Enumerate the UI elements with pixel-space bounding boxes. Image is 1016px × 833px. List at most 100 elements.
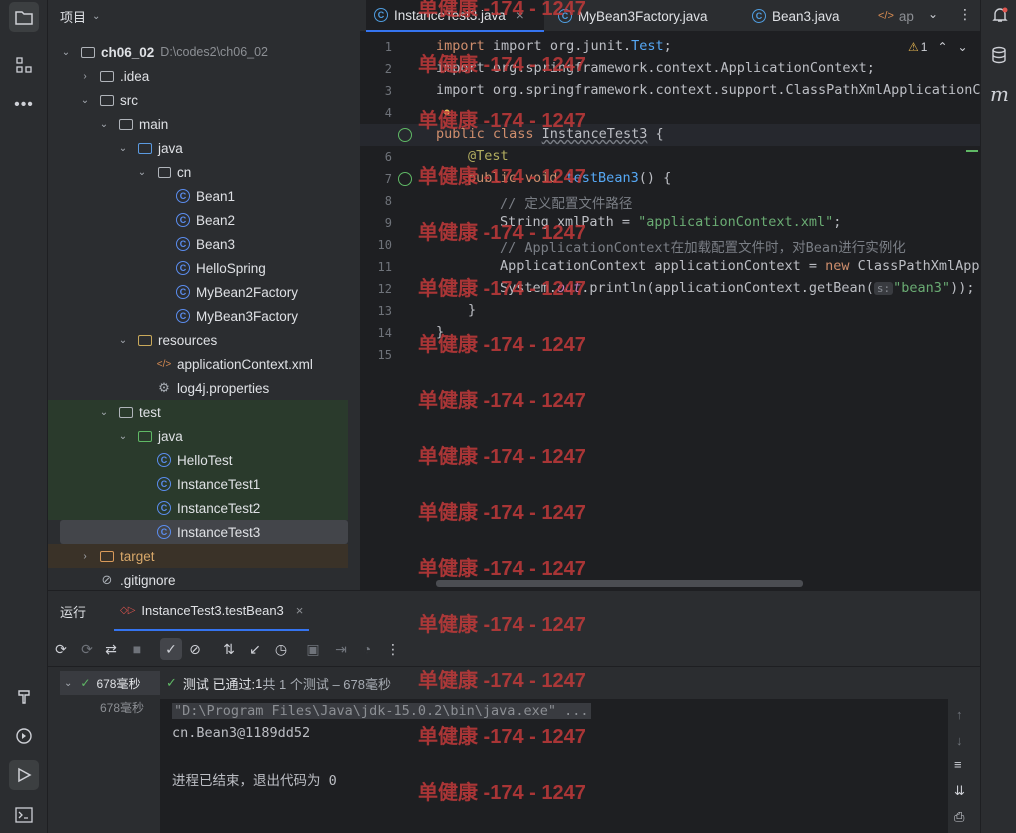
test-tree-child[interactable]: 678毫秒 (100, 699, 144, 716)
editor-horizontal-scrollbar[interactable] (436, 580, 803, 587)
run-test-gutter-icon[interactable] (398, 172, 412, 186)
run-config-tab[interactable]: ◇▷ InstanceTest3.testBean3 × (114, 591, 310, 631)
chevron-down-icon[interactable]: ⌄ (117, 431, 129, 442)
ignore-file-icon: ⊘ (101, 572, 113, 587)
tree-item[interactable]: ⊘ .gitignore (48, 568, 348, 592)
database-button[interactable] (991, 46, 1007, 67)
rerun-icon[interactable]: ⟳ (52, 640, 70, 658)
scroll-down-icon[interactable]: ↓ (956, 733, 963, 748)
tree-item[interactable]: ⌄ src (48, 88, 348, 112)
tree-item[interactable]: ⌄ java (48, 424, 348, 448)
show-passed-icon[interactable]: ✓ (160, 638, 182, 660)
collapse-icon[interactable]: ↙ (246, 640, 264, 658)
chevron-right-icon[interactable]: › (79, 71, 91, 82)
tree-item[interactable]: C InstanceTest1 (48, 472, 348, 496)
build-tool-button[interactable] (9, 682, 39, 712)
structure-tool-button[interactable] (9, 50, 39, 80)
maven-icon[interactable]: m (990, 82, 1009, 106)
tabs-more-icon[interactable]: ⋮ (958, 6, 972, 23)
test-config-icon: ◇▷ (120, 604, 136, 616)
tree-item[interactable]: ⌄ main (48, 112, 348, 136)
tree-item[interactable]: ⌄ java (48, 136, 348, 160)
check-icon: ✓ (80, 676, 91, 690)
tab-mybean3factory[interactable]: C MyBean3Factory.java (554, 0, 708, 32)
tree-item[interactable]: ⌄ ch06_02 D:\codes2\ch06_02 (48, 40, 348, 64)
console-side-toolbar: ↑ ↓ ≡ ⇊ ⎙ (948, 699, 980, 833)
tree-item[interactable]: C HelloSpring (48, 256, 348, 280)
show-ignored-icon[interactable]: ⊘ (186, 640, 204, 658)
chevron-down-icon[interactable]: ⌄ (79, 95, 91, 106)
tab-bean3[interactable]: C Bean3.java (752, 0, 840, 32)
bulb-icon[interactable]: ● (443, 104, 451, 119)
tree-item[interactable]: C Bean2 (48, 208, 348, 232)
console-line-4: 进程已结束，退出代码为 0 (172, 773, 337, 789)
import-tests-icon[interactable]: ▣ (304, 640, 322, 658)
chevron-down-icon: ⌄ (92, 10, 101, 22)
toggle-autotest-icon[interactable]: ⇄ (102, 640, 120, 658)
tree-item[interactable]: C Bean1 (48, 184, 348, 208)
tree-item-label: log4j.properties (177, 380, 270, 396)
tab-instancetest3[interactable]: C InstanceTest3.java × (366, 0, 544, 32)
scroll-up-icon[interactable]: ↑ (956, 707, 963, 722)
notifications-button[interactable] (991, 6, 1009, 27)
tree-item[interactable]: ⚙ log4j.properties (48, 376, 348, 400)
history-icon[interactable]: ◷ (272, 640, 290, 658)
chevron-down-icon[interactable]: ⌄ (958, 40, 968, 54)
print-icon[interactable]: ⎙ (954, 809, 964, 825)
tree-item-label: HelloTest (177, 452, 233, 468)
package-icon (156, 164, 172, 180)
database-icon (992, 46, 1006, 64)
chevron-down-icon[interactable]: ⌄ (98, 407, 110, 418)
run-tool-button[interactable] (9, 760, 39, 790)
chevron-down-icon[interactable]: ⌄ (136, 167, 148, 178)
terminal-tool-button[interactable] (9, 800, 39, 830)
test-tree-root[interactable]: ⌄ ✓ 678毫秒 (60, 671, 160, 695)
coverage-icon[interactable]: ◔ (358, 640, 376, 658)
tree-item[interactable]: </> applicationContext.xml (48, 352, 348, 376)
console-output[interactable]: "D:\Program Files\Java\jdk-15.0.2\bin\ja… (160, 699, 948, 833)
chevron-up-icon[interactable]: ⌃ (937, 40, 947, 54)
tree-item[interactable]: ⌄ test (48, 400, 348, 424)
project-tool-button[interactable] (9, 2, 39, 32)
run-tab-title: 运行 (60, 604, 87, 620)
tabs-dropdown-icon[interactable]: ⌄ (928, 7, 938, 21)
tree-item[interactable]: C Bean3 (48, 232, 348, 256)
tab-applicationcontext[interactable]: </> ap (878, 0, 914, 32)
tree-item[interactable]: C MyBean2Factory (48, 280, 348, 304)
class-icon: C (175, 260, 191, 276)
chevron-down-icon[interactable]: ⌄ (98, 119, 110, 130)
inspection-widget[interactable]: ⚠ 1 ⌃ ⌄ (908, 40, 968, 54)
more-icon[interactable]: ⋮ (384, 640, 402, 658)
code-line-1: import import org.junit.Test; (436, 38, 672, 54)
chevron-down-icon[interactable]: ⌄ (117, 143, 129, 154)
project-panel-header[interactable]: 项目 ⌄ (48, 0, 360, 32)
tree-item[interactable]: C HelloTest (48, 448, 348, 472)
line-number: 4 (384, 106, 392, 120)
services-tool-button[interactable] (9, 721, 39, 751)
close-icon[interactable]: × (296, 603, 304, 618)
stop-icon[interactable]: ■ (128, 640, 146, 658)
close-icon[interactable]: × (516, 8, 524, 23)
test-status-line: ✓ 测试 已通过: 1 共 1 个测试 – 678毫秒 (160, 667, 948, 699)
tree-item[interactable]: ⌄ resources (48, 328, 348, 352)
tree-item[interactable]: › target (48, 544, 348, 568)
tree-item[interactable]: › .idea (48, 64, 348, 88)
tree-item[interactable]: C InstanceTest2 (48, 496, 348, 520)
sort-icon[interactable]: ⇅ (220, 640, 238, 658)
scroll-to-end-icon[interactable]: ⇊ (954, 783, 965, 799)
export-icon[interactable]: ⇥ (332, 640, 350, 658)
more-tools-button[interactable]: ••• (9, 90, 39, 120)
chevron-down-icon[interactable]: ⌄ (117, 335, 129, 346)
tree-item[interactable]: C InstanceTest3 (60, 520, 348, 544)
soft-wrap-icon[interactable]: ≡ (954, 757, 962, 772)
chevron-down-icon[interactable]: ⌄ (60, 47, 72, 58)
run-class-gutter-icon[interactable] (398, 128, 412, 142)
class-icon: C (752, 9, 766, 23)
chevron-right-icon[interactable]: › (79, 551, 91, 562)
rerun-failed-icon[interactable]: ⟳ (78, 640, 96, 658)
code-line-10: // ApplicationContext在加载配置文件时，对Bean进行实例化 (500, 240, 906, 256)
tree-item[interactable]: ⌄ cn (48, 160, 348, 184)
tree-item[interactable]: C MyBean3Factory (48, 304, 348, 328)
warning-icon: ⚠ (908, 40, 919, 54)
module-folder-icon (80, 44, 96, 60)
